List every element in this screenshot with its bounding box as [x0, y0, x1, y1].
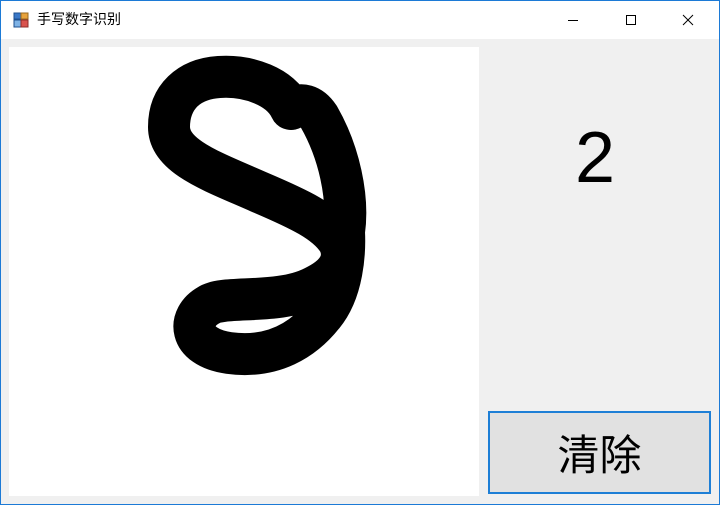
drawing-canvas[interactable]: [9, 47, 479, 496]
recognized-digit: 2: [574, 118, 616, 198]
handwritten-digit-stroke: [148, 55, 367, 376]
minimize-button[interactable]: [550, 1, 596, 39]
minimize-icon: [568, 20, 578, 21]
app-window-icon: [13, 12, 29, 28]
app-window: 手写数字识别 2 清除: [0, 0, 720, 505]
title-bar[interactable]: 手写数字识别: [1, 1, 719, 39]
close-icon: [682, 14, 694, 26]
clear-button[interactable]: 清除: [488, 411, 711, 494]
maximize-icon: [626, 15, 636, 25]
window-title: 手写数字识别: [37, 12, 121, 28]
close-button[interactable]: [665, 1, 711, 39]
maximize-button[interactable]: [608, 1, 654, 39]
